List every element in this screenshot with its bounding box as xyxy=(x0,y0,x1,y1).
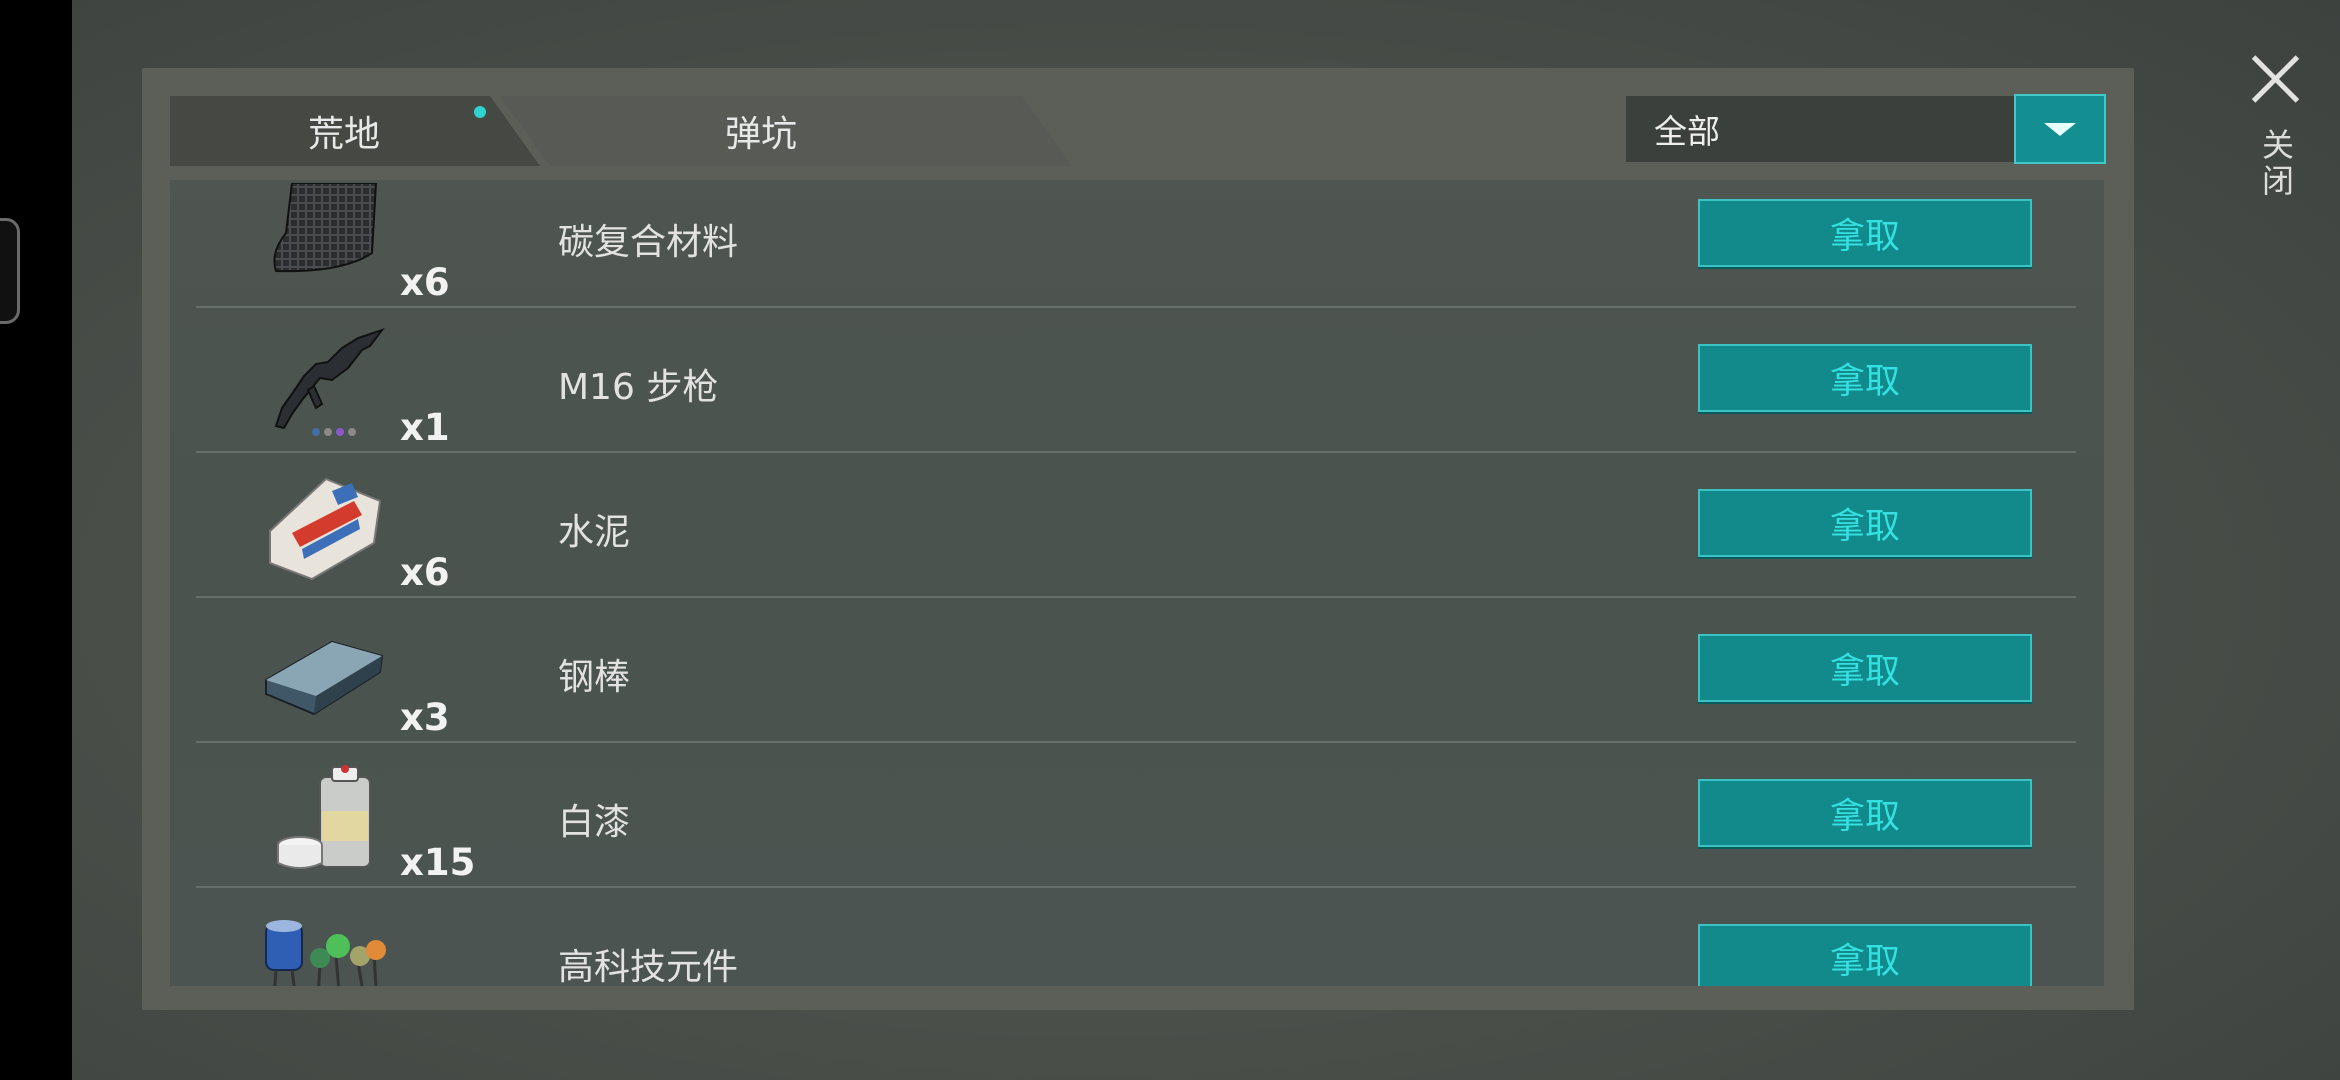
item-count: x6 xyxy=(400,261,450,304)
item-name: M16 步枪 xyxy=(558,367,719,408)
list-item: x6 水泥 拿取 xyxy=(196,453,2076,598)
take-button[interactable]: 拿取 xyxy=(1698,634,2032,702)
list-item: x4 高科技元件 拿取 xyxy=(196,888,2076,986)
filter-dropdown[interactable]: 全部 xyxy=(1626,96,2014,162)
take-button[interactable]: 拿取 xyxy=(1698,489,2032,557)
item-count: x6 xyxy=(400,551,450,594)
item-name: 高科技元件 xyxy=(558,947,739,986)
take-button[interactable]: 拿取 xyxy=(1698,199,2032,267)
m16-rifle-icon xyxy=(274,328,385,436)
white-paint-icon xyxy=(277,765,371,869)
hitech-components-icon xyxy=(265,920,386,986)
take-button[interactable]: 拿取 xyxy=(1698,344,2032,412)
item-list[interactable]: x6 碳复合材料 拿取 x1 M16 步枪 拿取 x6 水泥 拿取 x3 钢棒 … xyxy=(170,180,2104,986)
cement-bag-icon xyxy=(269,477,382,581)
tab-crater-label: 弹坑 xyxy=(724,114,797,155)
take-button[interactable]: 拿取 xyxy=(1698,924,2032,986)
carbon-composite-icon xyxy=(273,183,378,273)
list-item: x3 钢棒 拿取 xyxy=(196,598,2076,743)
item-name: 碳复合材料 xyxy=(558,222,739,263)
item-count: x15 xyxy=(400,841,476,884)
tab-wasteland[interactable]: 荒地 xyxy=(170,96,540,166)
take-button[interactable]: 拿取 xyxy=(1698,779,2032,847)
item-count: x3 xyxy=(400,696,450,739)
item-name: 白漆 xyxy=(558,802,631,843)
chevron-down-icon xyxy=(2044,122,2076,136)
item-name: 钢棒 xyxy=(558,657,631,698)
tab-crater[interactable]: 弹坑 xyxy=(500,96,1072,166)
device-side-notch xyxy=(0,218,20,324)
list-item: x6 碳复合材料 拿取 xyxy=(196,180,2076,308)
close-label: 关闭 xyxy=(2257,128,2295,200)
list-item: x15 白漆 拿取 xyxy=(196,743,2076,888)
list-item: x1 M16 步枪 拿取 xyxy=(196,308,2076,453)
item-count: x1 xyxy=(400,406,450,449)
notification-dot xyxy=(474,106,486,118)
close-icon xyxy=(2251,54,2301,104)
item-name: 水泥 xyxy=(558,512,631,553)
tab-wasteland-label: 荒地 xyxy=(307,114,380,155)
close-button[interactable]: 关闭 xyxy=(2236,40,2316,220)
filter-dropdown-button[interactable] xyxy=(2014,94,2106,164)
filter-selected-label: 全部 xyxy=(1654,112,1720,151)
steel-bar-icon xyxy=(265,640,384,716)
